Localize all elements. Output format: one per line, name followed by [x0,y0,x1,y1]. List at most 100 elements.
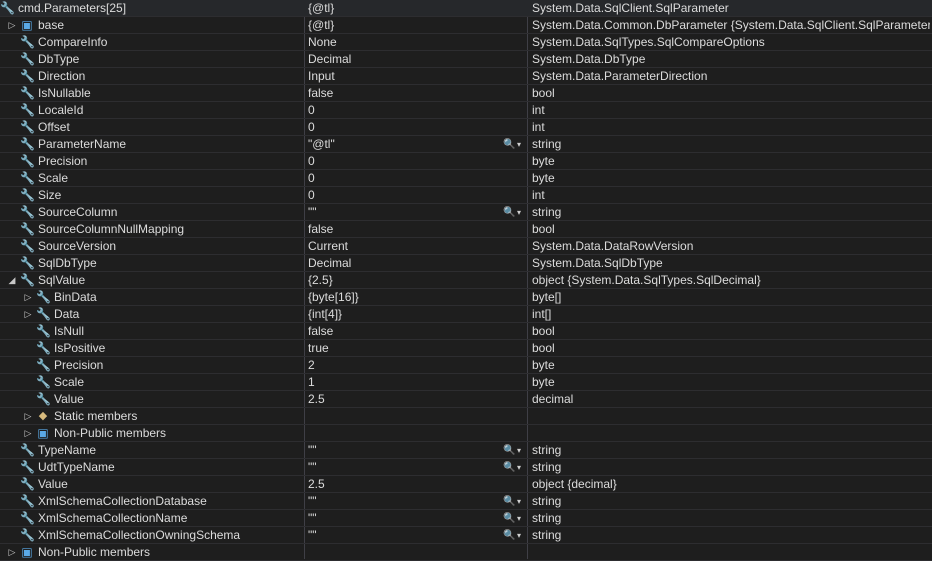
variable-value[interactable]: 2 [308,357,498,374]
text-visualizer-button[interactable]: 🔍 ▾ [503,459,525,476]
variable-value[interactable]: 0 [308,153,498,170]
variable-value[interactable]: "" [308,459,498,476]
variable-value[interactable]: true [308,340,498,357]
variable-value[interactable]: 0 [308,102,498,119]
text-visualizer-button[interactable]: 🔍 ▾ [503,136,525,153]
variable-value[interactable]: {byte[16]} [308,289,498,306]
variable-type: bool [532,222,555,236]
text-visualizer-button[interactable]: 🔍 ▾ [503,442,525,459]
chevron-down-icon[interactable]: ▾ [517,510,521,527]
magnifier-icon[interactable]: 🔍 [503,204,515,221]
watch-row[interactable]: 🔧 Precision 0 byte [0,153,932,170]
variable-value[interactable]: false [308,85,498,102]
watch-row[interactable]: 🔧 IsPositive true bool [0,340,932,357]
text-visualizer-button[interactable]: 🔍 ▾ [503,510,525,527]
variable-value[interactable]: {@tl} [308,17,498,34]
watch-row[interactable]: 🔧 DbType Decimal System.Data.DbType [0,51,932,68]
chevron-down-icon[interactable]: ▾ [517,204,521,221]
magnifier-icon[interactable]: 🔍 [503,442,515,459]
variable-value[interactable]: Decimal [308,255,498,272]
text-visualizer-button[interactable]: 🔍 ▾ [503,493,525,510]
watch-row[interactable]: 🔧 Value 2.5 decimal [0,391,932,408]
watch-row[interactable]: 🔧 XmlSchemaCollectionOwningSchema "" 🔍 ▾ stri… [0,527,932,544]
variable-value[interactable]: "" [308,493,498,510]
variable-value[interactable]: "" [308,527,498,544]
magnifier-icon[interactable]: 🔍 [503,493,515,510]
variable-value[interactable]: false [308,323,498,340]
watch-row[interactable]: 🔧 Offset 0 int [0,119,932,136]
chevron-down-icon[interactable]: ▾ [517,459,521,476]
watch-row[interactable]: 🔧 Direction Input System.Data.ParameterDire… [0,68,932,85]
variable-value[interactable]: false [308,221,498,238]
expand-arrow-icon[interactable]: ▷ [22,425,34,442]
collapse-arrow-icon[interactable]: ◢ [6,272,18,289]
chevron-down-icon[interactable]: ▾ [517,442,521,459]
variable-value[interactable]: {@tl} [308,0,498,17]
variable-value[interactable]: Input [308,68,498,85]
watch-row[interactable]: ▷ ◆ Static members [0,408,932,425]
watch-row[interactable]: 🔧 SourceColumn "" 🔍 ▾ string [0,204,932,221]
text-visualizer-button[interactable]: 🔍 ▾ [503,204,525,221]
watch-row[interactable]: 🔧 UdtTypeName "" 🔍 ▾ string [0,459,932,476]
chevron-down-icon[interactable]: ▾ [517,527,521,544]
watch-row[interactable]: 🔧 XmlSchemaCollectionDatabase "" 🔍 ▾ string [0,493,932,510]
magnifier-icon[interactable]: 🔍 [503,510,515,527]
watch-row[interactable]: 🔧 LocaleId 0 int [0,102,932,119]
watch-row[interactable]: 🔧 Size 0 int [0,187,932,204]
variable-name: SqlValue [38,273,86,287]
variable-value[interactable]: "@tl" [308,136,498,153]
watch-row[interactable]: 🔧 Scale 1 byte [0,374,932,391]
variable-value[interactable] [308,544,498,561]
variable-value[interactable]: "" [308,204,498,221]
variable-value[interactable]: {2.5} [308,272,498,289]
variable-value[interactable]: 0 [308,119,498,136]
watch-row[interactable]: ◢🔧cmd.Parameters[25] {@tl} System.Data.Sql… [0,0,932,17]
variable-value[interactable]: Current [308,238,498,255]
watch-row[interactable]: ▷ 🔧 Data {int[4]} int[] [0,306,932,323]
watch-row[interactable]: 🔧 SourceColumnNullMapping false bool [0,221,932,238]
watch-row[interactable]: 🔧 IsNullable false bool [0,85,932,102]
variable-value[interactable]: None [308,34,498,51]
wrench-icon: 🔧 [20,460,35,474]
watch-row[interactable]: ▷ 🔧 BinData {byte[16]} byte[] [0,289,932,306]
variable-value[interactable]: 0 [308,170,498,187]
watch-row[interactable]: 🔧 Precision 2 byte [0,357,932,374]
watch-row[interactable]: 🔧 Value 2.5 object {decimal} [0,476,932,493]
watch-row[interactable]: 🔧 Scale 0 byte [0,170,932,187]
variable-value[interactable]: 2.5 [308,476,498,493]
watch-row[interactable]: 🔧 SqlDbType Decimal System.Data.SqlDbType [0,255,932,272]
magnifier-icon[interactable]: 🔍 [503,527,515,544]
watch-row[interactable]: ▷ ▣ base {@tl} System.Data.Common.DbParamete… [0,17,932,34]
watch-row[interactable]: 🔧 ParameterName "@tl" 🔍 ▾ string [0,136,932,153]
variable-value[interactable]: "" [308,442,498,459]
magnifier-icon[interactable]: 🔍 [503,136,515,153]
variable-value[interactable] [308,408,498,425]
expand-arrow-icon[interactable]: ▷ [6,544,18,561]
expand-arrow-icon[interactable]: ▷ [6,17,18,34]
expand-arrow-icon[interactable]: ▷ [22,289,34,306]
watch-row[interactable]: 🔧 IsNull false bool [0,323,932,340]
chevron-down-icon[interactable]: ▾ [517,136,521,153]
wrench-icon: 🔧 [36,290,51,304]
variable-value[interactable]: 1 [308,374,498,391]
chevron-down-icon[interactable]: ▾ [517,493,521,510]
expand-arrow-icon[interactable]: ▷ [22,408,34,425]
watch-row[interactable]: ▷ ▣ Non-Public members [0,544,932,561]
watch-row[interactable]: 🔧 CompareInfo None System.Data.SqlTypes.Sql… [0,34,932,51]
variable-value[interactable]: "" [308,510,498,527]
watch-row[interactable]: 🔧 SourceVersion Current System.Data.DataRow… [0,238,932,255]
variable-value[interactable]: {int[4]} [308,306,498,323]
watch-row[interactable]: 🔧 XmlSchemaCollectionName "" 🔍 ▾ string [0,510,932,527]
watch-row[interactable]: 🔧 TypeName "" 🔍 ▾ string [0,442,932,459]
text-visualizer-button[interactable]: 🔍 ▾ [503,527,525,544]
variable-value[interactable]: 0 [308,187,498,204]
variable-value[interactable] [308,425,498,442]
wrench-icon: 🔧 [20,154,35,168]
expand-arrow-icon[interactable]: ▷ [22,306,34,323]
variable-value[interactable]: Decimal [308,51,498,68]
magnifier-icon[interactable]: 🔍 [503,459,515,476]
variable-value[interactable]: 2.5 [308,391,498,408]
watch-row[interactable]: ▷ ▣ Non-Public members [0,425,932,442]
wrench-icon: 🔧 [20,239,35,253]
watch-row[interactable]: ◢ 🔧 SqlValue {2.5} object {System.Data.SqlTy… [0,272,932,289]
